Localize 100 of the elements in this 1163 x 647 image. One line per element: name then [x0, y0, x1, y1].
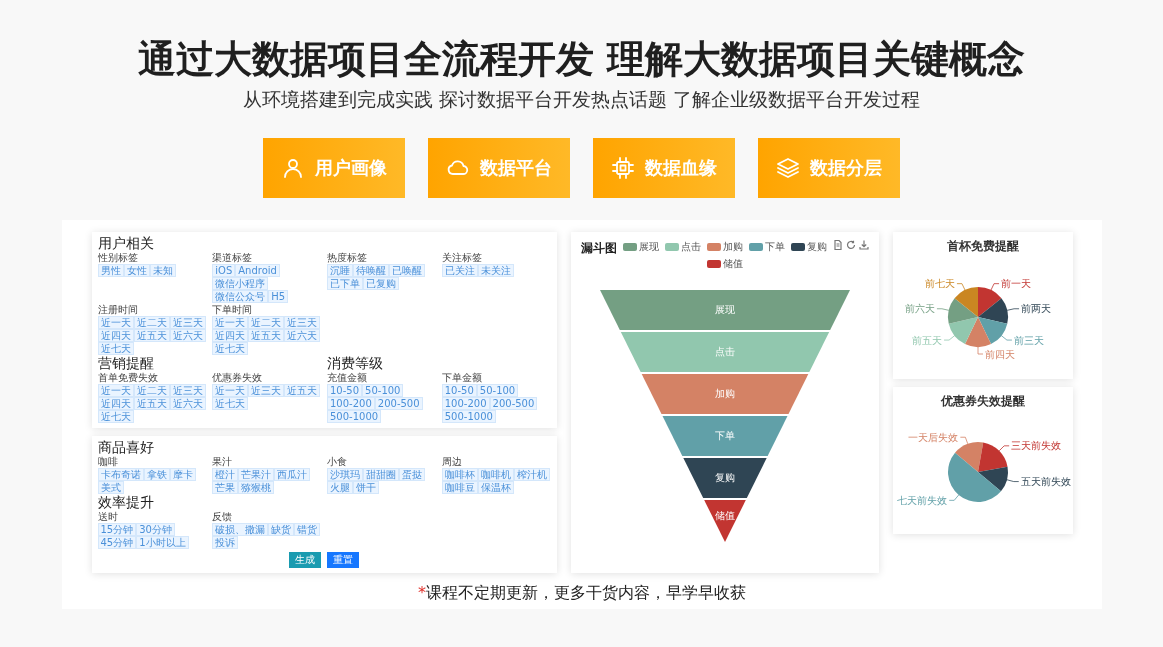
filter-tag[interactable]: 西瓜汁 — [274, 468, 311, 481]
filter-tag[interactable]: 近三天 — [284, 316, 321, 329]
filter-tag[interactable]: 100-200 — [441, 397, 490, 410]
filter-tag[interactable]: 近一天 — [212, 384, 249, 397]
leader-line — [959, 436, 968, 445]
filter-tag[interactable]: 10-50 — [327, 384, 363, 397]
filter-tag[interactable]: 50-100 — [476, 384, 519, 397]
filter-tag[interactable]: 拿铁 — [143, 468, 170, 481]
funnel-label: 复购 — [714, 472, 735, 483]
leader-line — [1000, 335, 1012, 341]
feature-button[interactable]: 数据平台 — [428, 138, 570, 198]
filter-tag[interactable]: H5 — [268, 290, 289, 303]
filter-tag[interactable]: 榨汁机 — [513, 468, 550, 481]
pie-label: 前一天 — [1000, 278, 1031, 290]
filter-tag[interactable]: 近二天 — [133, 316, 170, 329]
filter-tag[interactable]: 近五天 — [284, 384, 321, 397]
filter-tag[interactable]: 投诉 — [212, 536, 239, 549]
filter-tag[interactable]: 近七天 — [97, 342, 134, 355]
feature-button[interactable]: 数据分层 — [758, 138, 900, 198]
filter-tag[interactable]: 近三天 — [169, 384, 206, 397]
filter-tag[interactable]: 错货 — [294, 523, 321, 536]
filter-tag[interactable]: 1小时以上 — [136, 536, 189, 549]
filter-tag[interactable]: 500-1000 — [441, 410, 496, 423]
filter-tag[interactable]: 火腿 — [327, 481, 353, 494]
person-icon — [281, 156, 305, 180]
filter-tag[interactable]: Android — [235, 264, 280, 277]
filter-tag[interactable]: 缺货 — [268, 523, 295, 536]
filter-tag[interactable]: 近七天 — [212, 397, 249, 410]
legend-label: 点击 — [680, 240, 701, 254]
filter-tag[interactable]: 未知 — [149, 264, 176, 277]
filter-tag[interactable]: 近五天 — [133, 397, 170, 410]
feature-button[interactable]: 数据血缘 — [593, 138, 735, 198]
pie-label: 三天前失效 — [1010, 440, 1061, 452]
document-icon[interactable] — [832, 240, 843, 250]
filter-tag[interactable]: 近二天 — [248, 316, 285, 329]
filter-tag[interactable]: 保温杯 — [477, 481, 514, 494]
action-button[interactable]: 重置 — [327, 552, 359, 568]
feature-button[interactable]: 用户画像 — [263, 138, 405, 198]
filter-tag[interactable]: 近六天 — [169, 397, 206, 410]
filter-tag[interactable]: 近五天 — [248, 329, 285, 342]
filter-tag[interactable]: 15分钟 — [97, 523, 137, 536]
filter-tag[interactable]: 500-1000 — [327, 410, 382, 423]
filter-tag[interactable]: 近一天 — [97, 384, 134, 397]
filter-tag[interactable]: 100-200 — [327, 397, 375, 410]
filter-tag[interactable]: 咖啡机 — [477, 468, 514, 481]
filter-tag[interactable]: 芒果汁 — [238, 468, 275, 481]
filter-tag[interactable]: 沙琪玛 — [327, 468, 363, 481]
filter-tag[interactable]: 已唤醒 — [389, 264, 425, 277]
refresh-icon[interactable] — [845, 240, 856, 250]
filter-tag[interactable]: 微信公众号 — [212, 290, 269, 303]
filter-tag[interactable]: 10-50 — [441, 384, 477, 397]
filter-tag[interactable]: 饼干 — [353, 481, 379, 494]
filter-tag[interactable]: 芒果 — [212, 481, 239, 494]
filter-tag[interactable]: 咖啡豆 — [441, 481, 478, 494]
filter-tag[interactable]: 橙汁 — [212, 468, 239, 481]
filter-tag[interactable]: 甜甜圈 — [363, 468, 399, 481]
filter-tag[interactable]: 30分钟 — [136, 523, 175, 536]
filter-tag[interactable]: 女性 — [123, 264, 150, 277]
filter-tag[interactable]: 200-500 — [374, 397, 423, 410]
action-button[interactable]: 生成 — [289, 552, 321, 568]
filter-tag[interactable]: 近七天 — [97, 410, 134, 423]
filter-tag[interactable]: 美式 — [97, 481, 124, 494]
filter-tag[interactable]: 近七天 — [212, 342, 249, 355]
filter-tag[interactable]: 未关注 — [477, 264, 514, 277]
download-icon[interactable] — [858, 240, 869, 250]
section-title: 消费等级 — [327, 355, 384, 372]
filter-tag[interactable]: 破损、撒漏 — [212, 523, 269, 536]
legend-label: 下单 — [764, 240, 785, 254]
filter-tag[interactable]: 200-500 — [489, 397, 538, 410]
filter-tag[interactable]: 近四天 — [97, 397, 134, 410]
filter-tag[interactable]: 近四天 — [97, 329, 134, 342]
funnel-label: 储值 — [714, 509, 735, 521]
filter-tag[interactable]: 男性 — [97, 264, 124, 277]
filter-tag[interactable]: 已关注 — [441, 264, 478, 277]
filter-tag[interactable]: iOS — [212, 264, 236, 277]
filter-tag[interactable]: 近二天 — [133, 384, 170, 397]
filter-tag[interactable]: 近一天 — [212, 316, 249, 329]
filter-tag[interactable]: 摩卡 — [169, 468, 196, 481]
filter-tag[interactable]: 猕猴桃 — [238, 481, 275, 494]
filter-tag[interactable]: 已下单 — [327, 277, 363, 290]
filter-tag[interactable]: 近六天 — [284, 329, 321, 342]
filter-tag[interactable]: 蛋挞 — [399, 468, 425, 481]
filter-tag[interactable]: 沉睡 — [327, 264, 353, 277]
filter-tag[interactable]: 待唤醒 — [353, 264, 389, 277]
filter-tag[interactable]: 近三天 — [169, 316, 206, 329]
filter-label: 注册时间 — [97, 304, 139, 316]
filter-tag[interactable]: 50-100 — [362, 384, 404, 397]
leader-line — [998, 445, 1010, 452]
filter-tag[interactable]: 卡布奇诺 — [97, 468, 144, 481]
filter-tag[interactable]: 近四天 — [212, 329, 249, 342]
filter-tag[interactable]: 微信小程序 — [212, 277, 269, 290]
filter-label: 热度标签 — [327, 252, 368, 264]
filter-tag[interactable]: 近一天 — [97, 316, 134, 329]
filter-tag[interactable]: 咖啡杯 — [441, 468, 478, 481]
filter-tag[interactable]: 已复购 — [363, 277, 399, 290]
filter-tag[interactable]: 近三天 — [248, 384, 285, 397]
filter-tag[interactable]: 45分钟 — [97, 536, 137, 549]
chart-title: 首杯免费提醒 — [946, 238, 1019, 255]
filter-tag[interactable]: 近五天 — [133, 329, 170, 342]
filter-tag[interactable]: 近六天 — [169, 329, 206, 342]
